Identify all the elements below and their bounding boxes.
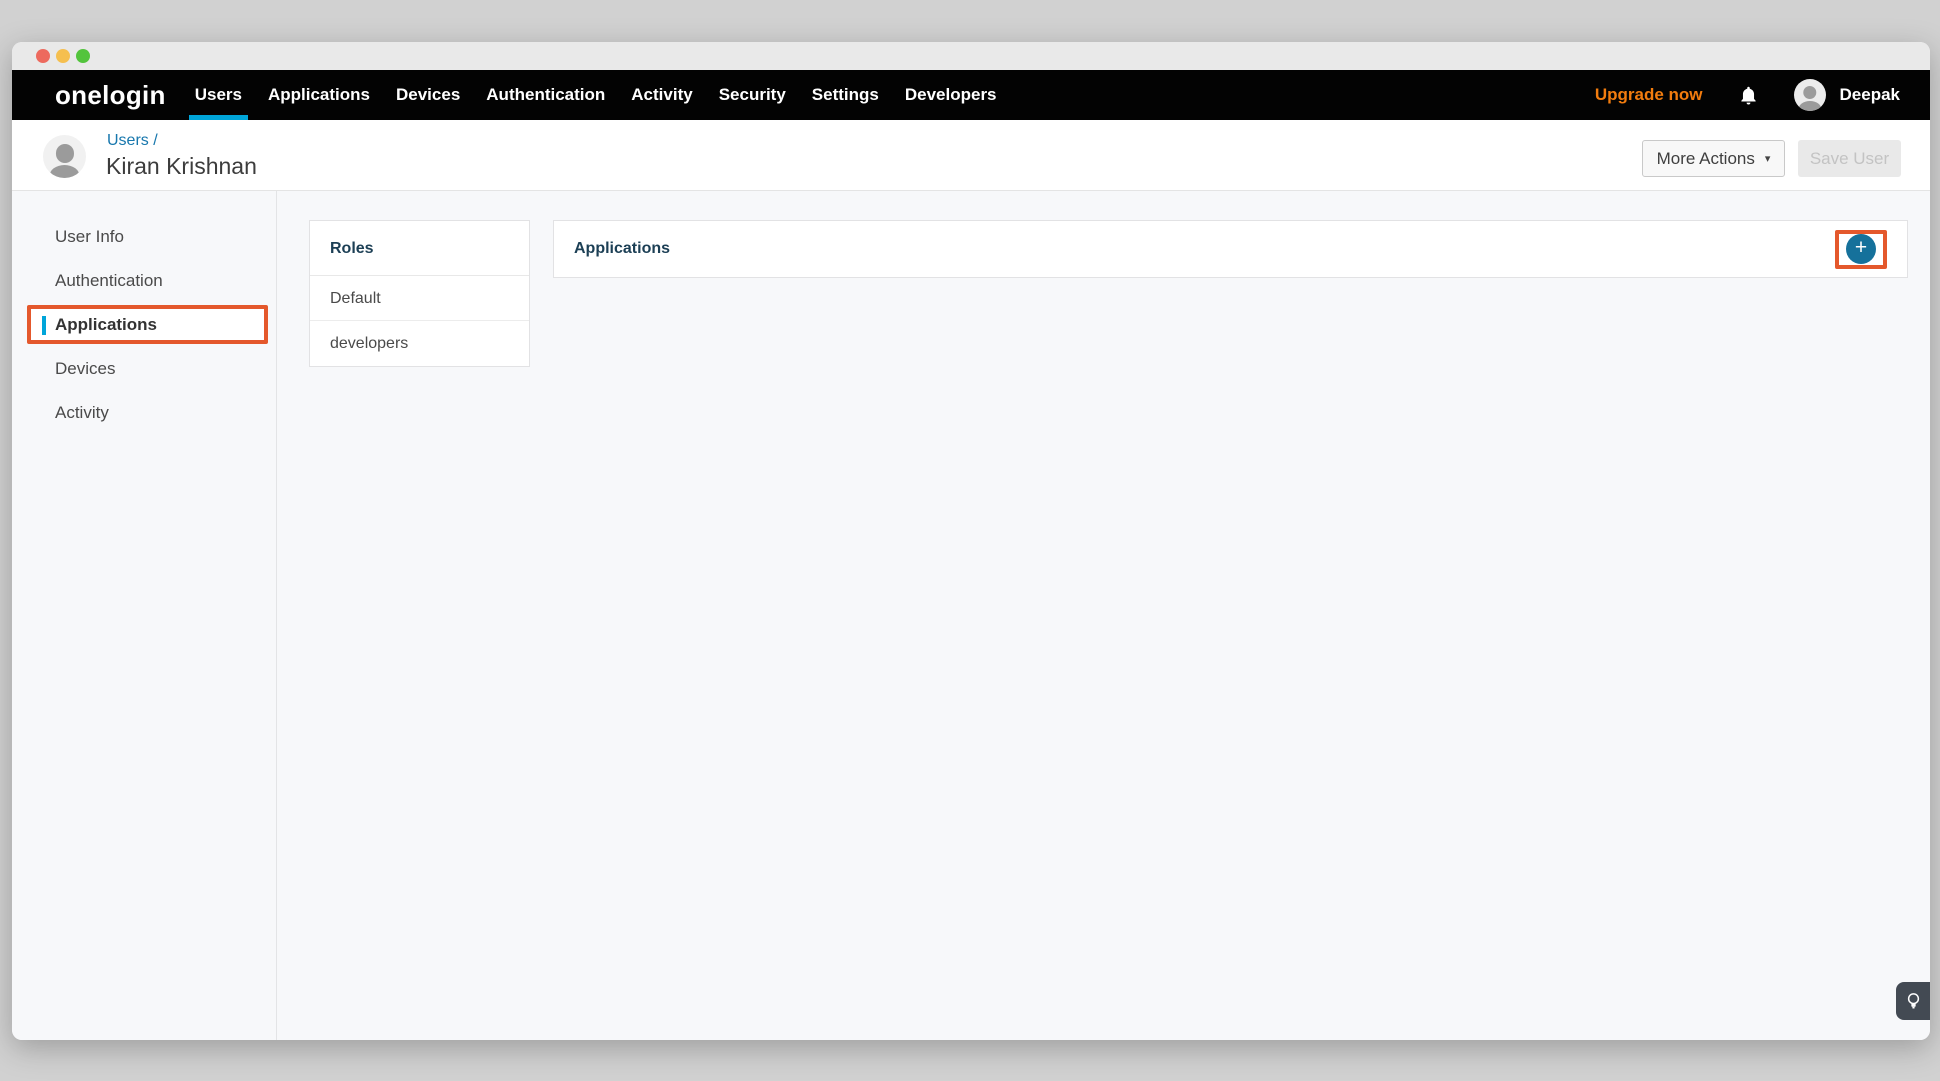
nav-item-applications[interactable]: Applications [255,70,383,120]
applications-panel: Applications + [553,220,1908,278]
profile-avatar [43,135,86,178]
onelogin-logo[interactable]: onelogin [55,80,166,111]
nav-item-security[interactable]: Security [706,70,799,120]
user-menu[interactable]: Deepak [1840,85,1900,105]
page-title: Kiran Krishnan [106,153,257,180]
zoom-window-button[interactable] [76,49,90,63]
close-window-button[interactable] [36,49,50,63]
chevron-down-icon: ▾ [1765,152,1771,165]
window-titlebar [12,42,1930,70]
primary-nav: Users Applications Devices Authenticatio… [182,70,1010,120]
content-area: User Info Authentication Applications De… [12,191,1930,1040]
roles-panel: Roles Default developers [309,220,530,367]
navbar-right-cluster: Upgrade now Deepak [1595,70,1900,120]
nav-item-developers[interactable]: Developers [892,70,1010,120]
main-panel: Roles Default developers Applications + [277,191,1930,1040]
applications-panel-title: Applications [574,240,670,258]
breadcrumb[interactable]: Users / [107,132,158,150]
roles-panel-title: Roles [310,221,529,276]
sidebar-item-applications[interactable]: Applications [12,303,276,347]
save-user-button[interactable]: Save User [1798,140,1901,177]
page-header: Users / Kiran Krishnan More Actions ▾ Sa… [12,120,1930,191]
notifications-bell-icon[interactable] [1739,85,1758,106]
highlight-annotation-box: + [1835,230,1887,269]
role-row-developers[interactable]: developers [310,321,529,366]
more-actions-label: More Actions [1657,149,1755,169]
sidebar-item-user-info[interactable]: User Info [12,215,276,259]
lightbulb-icon [1906,992,1921,1011]
nav-item-devices[interactable]: Devices [383,70,473,120]
nav-item-authentication[interactable]: Authentication [473,70,618,120]
help-lightbulb-tab[interactable] [1896,982,1930,1020]
role-row-default[interactable]: Default [310,276,529,321]
user-section-sidebar: User Info Authentication Applications De… [12,191,277,1040]
sidebar-item-activity[interactable]: Activity [12,391,276,435]
top-navbar: onelogin Users Applications Devices Auth… [12,70,1930,120]
active-item-accent-bar [42,316,46,335]
nav-item-activity[interactable]: Activity [618,70,705,120]
desktop: onelogin Users Applications Devices Auth… [0,0,1940,1081]
nav-item-users[interactable]: Users [182,70,255,120]
minimize-window-button[interactable] [56,49,70,63]
plus-icon: + [1855,234,1867,262]
more-actions-button[interactable]: More Actions ▾ [1642,140,1785,177]
add-application-button[interactable]: + [1846,234,1876,264]
app-window: onelogin Users Applications Devices Auth… [12,42,1930,1040]
user-avatar[interactable] [1794,79,1826,111]
sidebar-item-authentication[interactable]: Authentication [12,259,276,303]
upgrade-now-link[interactable]: Upgrade now [1595,85,1703,105]
sidebar-item-devices[interactable]: Devices [12,347,276,391]
nav-item-settings[interactable]: Settings [799,70,892,120]
